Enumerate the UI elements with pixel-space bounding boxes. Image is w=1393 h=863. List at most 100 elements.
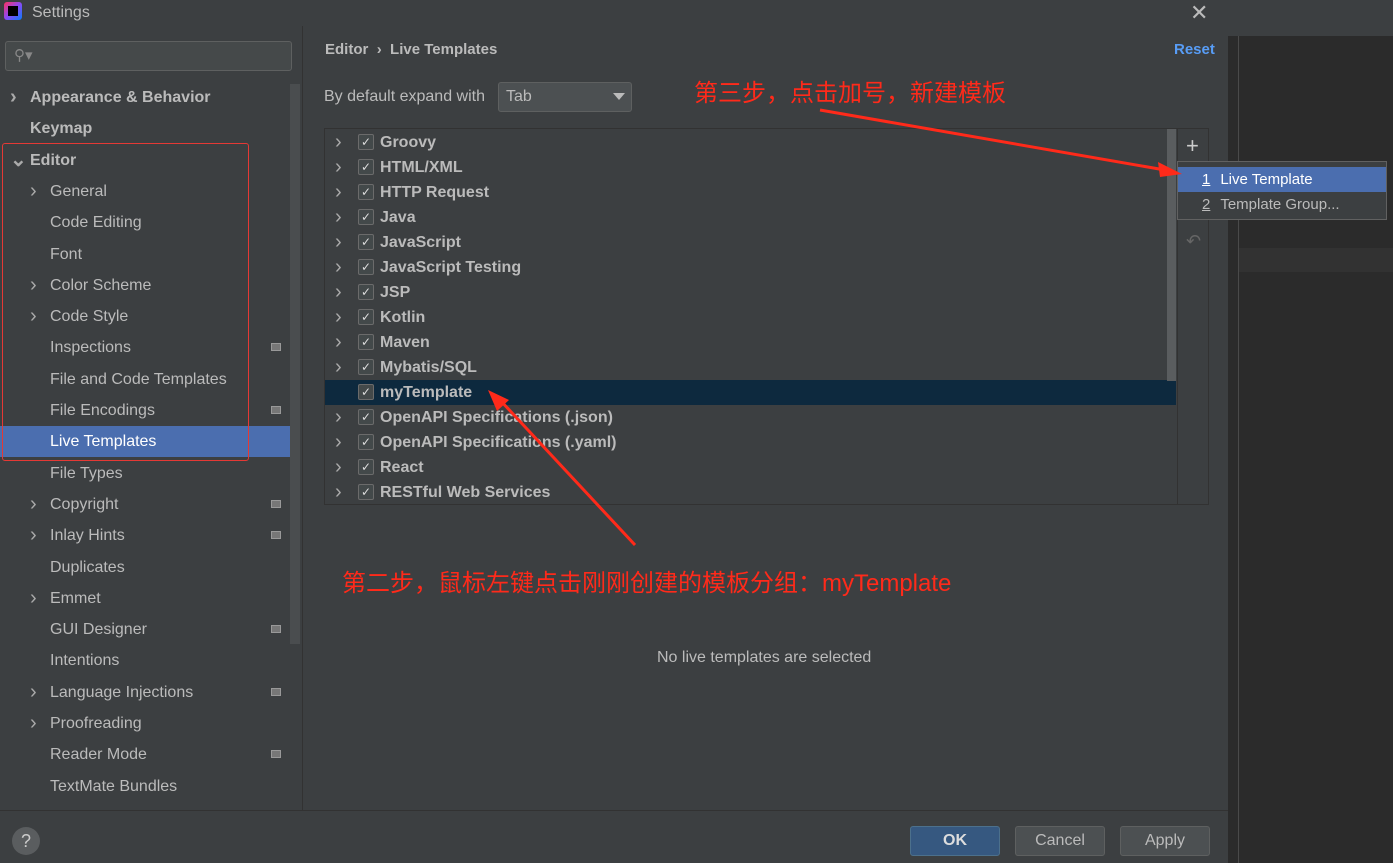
group-checkbox[interactable]: ✓	[358, 134, 374, 150]
apply-button[interactable]: Apply	[1120, 826, 1210, 856]
undo-icon[interactable]: ↶	[1186, 231, 1201, 252]
group-checkbox[interactable]: ✓	[358, 184, 374, 200]
group-checkbox[interactable]: ✓	[358, 234, 374, 250]
plus-icon[interactable]: +	[1186, 133, 1199, 159]
group-label: Java	[380, 209, 416, 226]
chevron-right-icon[interactable]: ›	[335, 430, 342, 455]
template-group-row[interactable]: › ✓ Groovy	[325, 130, 1176, 155]
sidebar-item[interactable]: Live Templates	[0, 426, 290, 458]
breadcrumb-editor[interactable]: Editor	[325, 41, 368, 58]
chevron-right-icon[interactable]: ›	[30, 677, 37, 708]
sidebar-item[interactable]: Keymap	[0, 113, 290, 144]
chevron-right-icon[interactable]: ›	[30, 489, 37, 520]
chevron-right-icon[interactable]: ›	[335, 230, 342, 255]
sidebar-item[interactable]: File Types	[0, 458, 290, 489]
ok-button[interactable]: OK	[910, 826, 1000, 856]
sidebar-item[interactable]: TextMate Bundles	[0, 771, 290, 802]
chevron-right-icon[interactable]: ›	[335, 180, 342, 205]
sidebar-item[interactable]: Font	[0, 239, 290, 270]
chevron-right-icon[interactable]: ›	[10, 82, 17, 113]
group-label: JavaScript	[380, 234, 461, 251]
menu-item-live-template[interactable]: 1 Live Template	[1178, 167, 1386, 192]
help-button[interactable]: ?	[12, 827, 40, 855]
sidebar-item[interactable]: GUI Designer	[0, 614, 290, 645]
sidebar-item[interactable]: › Copyright	[0, 489, 290, 520]
sidebar-item[interactable]: › Code Style	[0, 301, 290, 332]
chevron-down-icon[interactable]: ⌄	[10, 145, 27, 176]
chevron-right-icon[interactable]: ›	[335, 355, 342, 380]
sidebar-item[interactable]: File and Code Templates	[0, 364, 290, 395]
dropdown-arrow-icon	[613, 93, 625, 100]
template-group-row[interactable]: › ✓ RESTful Web Services	[325, 480, 1176, 505]
chevron-right-icon[interactable]: ›	[335, 130, 342, 155]
chevron-right-icon[interactable]: ›	[335, 330, 342, 355]
chevron-right-icon[interactable]: ›	[30, 520, 37, 551]
group-checkbox[interactable]: ✓	[358, 309, 374, 325]
group-checkbox[interactable]: ✓	[358, 334, 374, 350]
group-label: Groovy	[380, 134, 437, 151]
chevron-right-icon[interactable]: ›	[30, 176, 37, 207]
cancel-button[interactable]: Cancel	[1015, 826, 1105, 856]
group-checkbox[interactable]: ✓	[358, 484, 374, 500]
list-scrollbar[interactable]	[1167, 129, 1176, 381]
reset-link[interactable]: Reset	[1174, 41, 1215, 58]
sidebar-item[interactable]: › Appearance & Behavior	[0, 82, 290, 113]
chevron-right-icon[interactable]: ›	[30, 301, 37, 332]
chevron-right-icon[interactable]: ›	[335, 480, 342, 505]
breadcrumb-separator: ›	[376, 41, 382, 58]
sidebar-item-label: File Encodings	[50, 402, 155, 419]
group-label: JSP	[380, 284, 411, 301]
group-checkbox[interactable]: ✓	[358, 209, 374, 225]
template-group-row[interactable]: › ✓ Maven	[325, 330, 1176, 355]
sidebar-item[interactable]: Code Editing	[0, 207, 290, 238]
template-group-row[interactable]: › ✓ JSP	[325, 280, 1176, 305]
chevron-right-icon[interactable]: ›	[335, 155, 342, 180]
sidebar-item[interactable]: › Emmet	[0, 583, 290, 614]
template-group-row[interactable]: › ✓ HTTP Request	[325, 180, 1176, 205]
sidebar-item[interactable]: File Encodings	[0, 395, 290, 426]
group-checkbox[interactable]: ✓	[358, 259, 374, 275]
sidebar-scrollbar[interactable]	[290, 84, 300, 644]
sidebar-item-label: Editor	[30, 151, 77, 169]
chevron-right-icon[interactable]: ›	[30, 708, 37, 739]
sidebar-item[interactable]: ⌄ Editor	[0, 145, 290, 176]
sidebar-item[interactable]: Inspections	[0, 332, 290, 363]
sidebar-item[interactable]: › Proofreading	[0, 708, 290, 739]
group-checkbox[interactable]: ✓	[358, 409, 374, 425]
sidebar-item[interactable]: Duplicates	[0, 552, 290, 583]
template-group-row[interactable]: ✓ myTemplate	[325, 380, 1176, 405]
sidebar-item[interactable]: › Inlay Hints	[0, 520, 290, 551]
template-group-row[interactable]: › ✓ Kotlin	[325, 305, 1176, 330]
template-group-row[interactable]: › ✓ Java	[325, 205, 1176, 230]
search-input[interactable]: ⚲▾	[5, 41, 292, 71]
chevron-right-icon[interactable]: ›	[335, 255, 342, 280]
sidebar-item[interactable]: Intentions	[0, 645, 290, 676]
template-group-row[interactable]: › ✓ OpenAPI Specifications (.yaml)	[325, 430, 1176, 455]
expand-with-select[interactable]: Tab	[498, 82, 632, 112]
sidebar-item[interactable]: › General	[0, 176, 290, 207]
template-group-row[interactable]: › ✓ Mybatis/SQL	[325, 355, 1176, 380]
sidebar-item[interactable]: › Language Injections	[0, 677, 290, 708]
menu-item-template-group[interactable]: 2 Template Group...	[1178, 192, 1386, 217]
group-checkbox[interactable]: ✓	[358, 359, 374, 375]
template-group-row[interactable]: › ✓ React	[325, 455, 1176, 480]
sidebar-item[interactable]: › Color Scheme	[0, 270, 290, 301]
sidebar-item[interactable]: Reader Mode	[0, 739, 290, 770]
chevron-right-icon[interactable]: ›	[335, 455, 342, 480]
template-group-row[interactable]: › ✓ JavaScript	[325, 230, 1176, 255]
group-checkbox[interactable]: ✓	[358, 159, 374, 175]
group-checkbox[interactable]: ✓	[358, 384, 374, 400]
chevron-right-icon[interactable]: ›	[335, 205, 342, 230]
template-group-row[interactable]: › ✓ JavaScript Testing	[325, 255, 1176, 280]
chevron-right-icon[interactable]: ›	[30, 583, 37, 614]
chevron-right-icon[interactable]: ›	[30, 270, 37, 301]
group-checkbox[interactable]: ✓	[358, 284, 374, 300]
chevron-right-icon[interactable]: ›	[335, 305, 342, 330]
chevron-right-icon[interactable]: ›	[335, 405, 342, 430]
group-checkbox[interactable]: ✓	[358, 434, 374, 450]
template-group-row[interactable]: › ✓ OpenAPI Specifications (.json)	[325, 405, 1176, 430]
close-icon[interactable]: ✕	[1190, 0, 1208, 26]
template-group-row[interactable]: › ✓ HTML/XML	[325, 155, 1176, 180]
chevron-right-icon[interactable]: ›	[335, 280, 342, 305]
group-checkbox[interactable]: ✓	[358, 459, 374, 475]
